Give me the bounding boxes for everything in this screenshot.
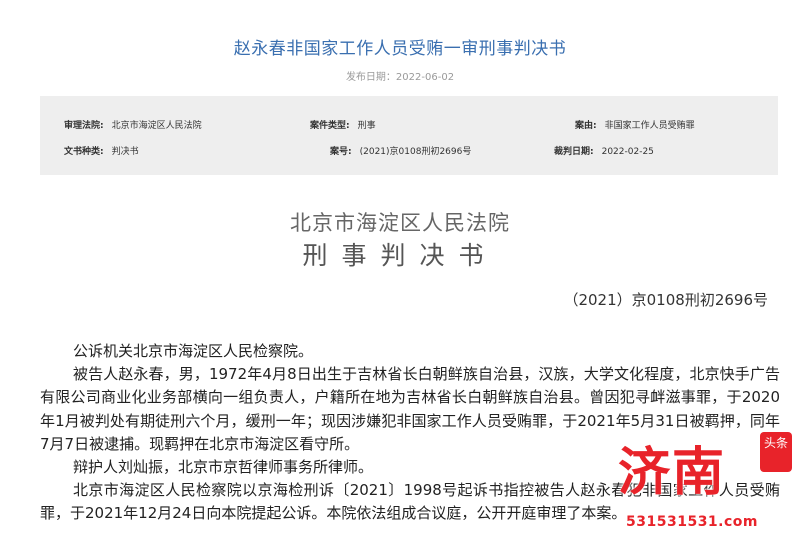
meta-case-no-label: 案号:	[330, 147, 352, 157]
meta-court-label: 审理法院:	[64, 121, 104, 131]
watermark-logo: 济南	[618, 442, 727, 503]
watermark-badge: 头条	[760, 432, 792, 472]
court-name: 北京市海淀区人民法院	[290, 211, 510, 235]
meta-date-label: 裁判日期:	[554, 147, 594, 157]
watermark-url: 531531531.com	[626, 514, 758, 530]
meta-court: 审理法院: 北京市海淀区人民法院	[64, 118, 202, 131]
meta-date-value: 2022-02-25	[601, 147, 654, 157]
meta-doc-type-label: 文书种类:	[64, 147, 104, 157]
meta-case-type: 案件类型: 刑事	[310, 118, 376, 131]
publish-date: 发布日期：2022-06-02	[345, 72, 455, 83]
meta-case-no: 案号: (2021)京0108刑初2696号	[330, 144, 471, 157]
case-info-panel: 审理法院: 北京市海淀区人民法院 案件类型: 刑事 案由: 非国家工作人员受贿罪 文书…	[40, 96, 778, 175]
document-number: （2021）京0108刑初2696号	[563, 291, 768, 309]
document-title: 刑事判决书	[302, 241, 498, 270]
page-title: 赵永春非国家工作人员受贿一审刑事判决书	[233, 39, 567, 59]
meta-cause-value: 非国家工作人员受贿罪	[604, 121, 695, 131]
meta-doc-type: 文书种类: 判决书	[64, 144, 139, 157]
meta-doc-type-value: 判决书	[111, 147, 139, 157]
meta-case-no-value: (2021)京0108刑初2696号	[359, 147, 472, 157]
meta-cause-label: 案由:	[575, 121, 597, 131]
meta-date: 裁判日期: 2022-02-25	[554, 144, 654, 157]
meta-case-type-value: 刑事	[357, 121, 376, 131]
meta-court-value: 北京市海淀区人民法院	[111, 121, 202, 131]
meta-cause: 案由: 非国家工作人员受贿罪	[575, 118, 695, 131]
news-watermark: 济南 头条 531531531.com	[600, 428, 800, 539]
paragraph-prosecutor: 公诉机关北京市海淀区人民检察院。	[73, 342, 314, 360]
meta-case-type-label: 案件类型:	[310, 121, 350, 131]
